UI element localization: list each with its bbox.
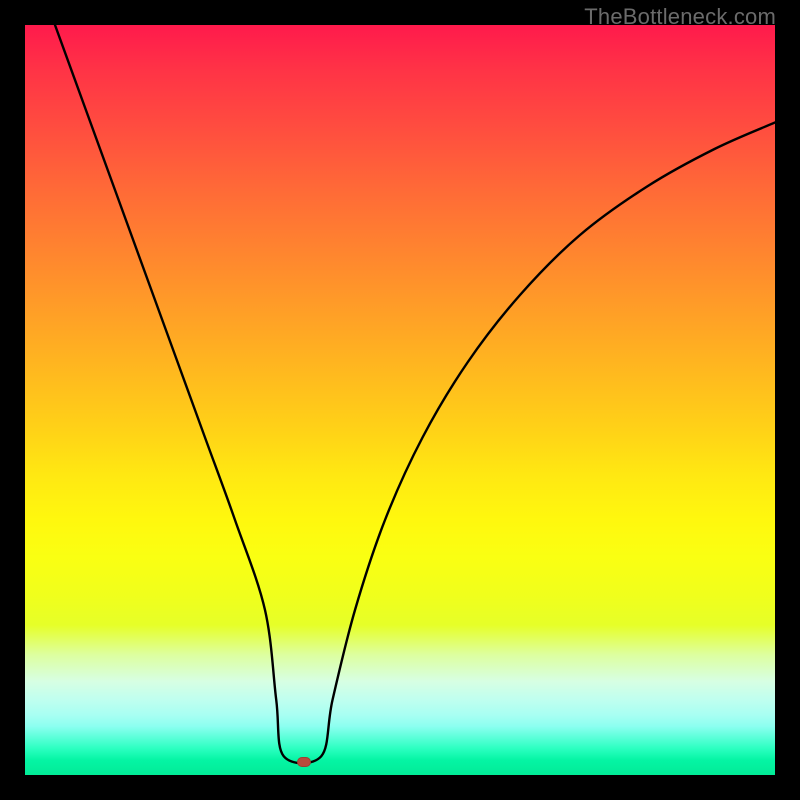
watermark-text: TheBottleneck.com — [584, 4, 776, 30]
bottleneck-curve — [25, 25, 775, 775]
chart-area — [25, 25, 775, 775]
optimal-point-marker — [297, 757, 311, 767]
